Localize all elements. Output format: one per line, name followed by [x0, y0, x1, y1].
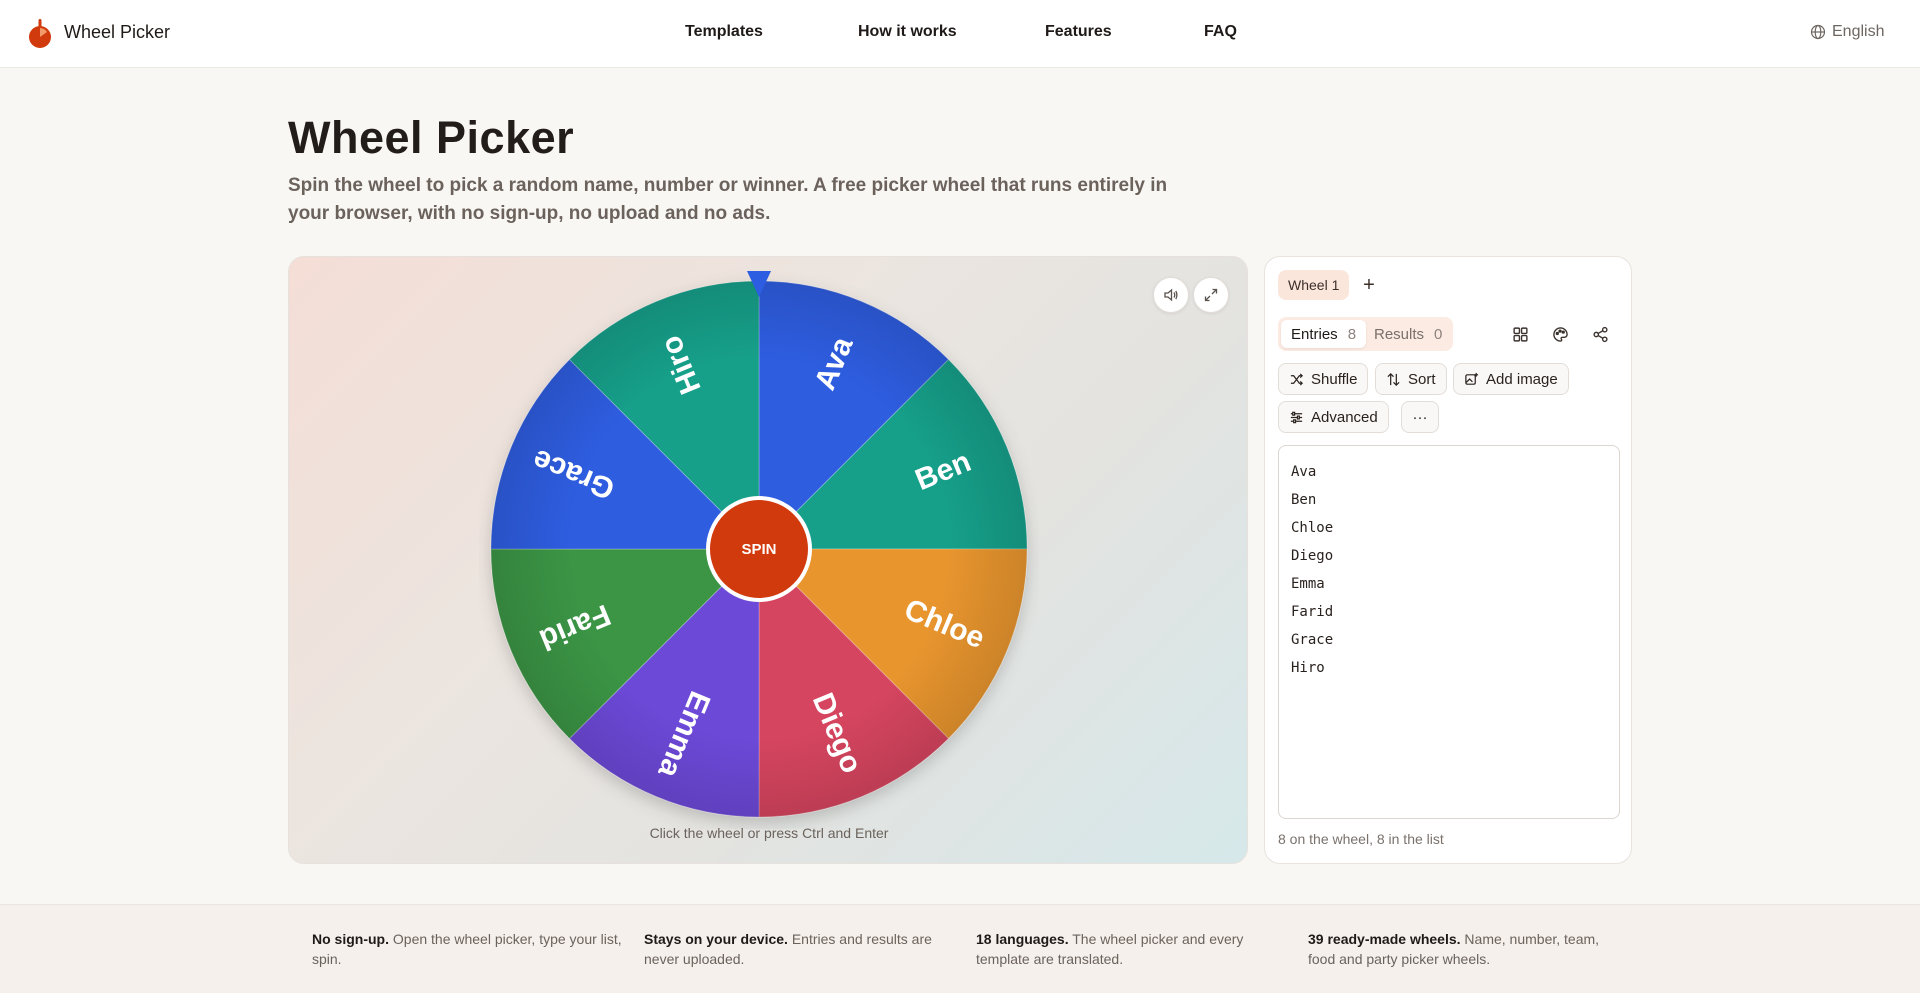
feature-item: 39 ready-made wheels. Name, number, team… [1308, 929, 1628, 969]
nav-faq[interactable]: FAQ [1204, 23, 1237, 41]
globe-icon [1810, 24, 1826, 40]
advanced-button[interactable]: Advanced [1278, 401, 1389, 433]
page-title: Wheel Picker [288, 112, 575, 163]
share-icon [1592, 326, 1608, 342]
entry-line: Hiro [1291, 660, 1325, 676]
feature-title: 39 ready-made wheels. [1308, 931, 1461, 947]
language-label: English [1832, 23, 1885, 40]
top-header: Wheel Picker Templates How it works Feat… [0, 0, 1920, 68]
share-button[interactable] [1586, 320, 1614, 348]
speaker-icon [1164, 288, 1178, 302]
nav-how-it-works[interactable]: How it works [858, 23, 957, 41]
grid-view-button[interactable] [1506, 320, 1534, 348]
entry-line: Emma [1291, 576, 1325, 592]
entry-line: Diego [1291, 548, 1334, 564]
picker-wheel[interactable]: AvaBenChloeDiegoEmmaFaridGraceHiro SPIN [479, 269, 1039, 829]
add-wheel-button[interactable]: + [1355, 271, 1383, 299]
add-image-label: Add image [1486, 370, 1558, 388]
entry-line: Grace [1291, 632, 1334, 648]
image-add-icon [1465, 372, 1479, 385]
logo-icon[interactable] [28, 19, 52, 49]
spin-label: SPIN [741, 541, 776, 558]
theme-button[interactable] [1546, 320, 1574, 348]
wheel-tab-1[interactable]: Wheel 1 [1278, 270, 1350, 300]
nav-features[interactable]: Features [1045, 23, 1112, 41]
tab-results[interactable]: Results 0 [1364, 320, 1452, 348]
spin-hint: Click the wheel or press Ctrl and Enter [649, 825, 889, 841]
advanced-label: Advanced [1311, 408, 1378, 426]
sliders-icon [1290, 411, 1303, 423]
shuffle-icon [1290, 372, 1303, 386]
feature-title: 18 languages. [976, 931, 1069, 947]
grid-icon [1512, 326, 1528, 342]
entry-line: Ben [1291, 492, 1317, 508]
more-icon: ··· [1412, 408, 1428, 426]
entry-line: Ava [1291, 464, 1317, 480]
shuffle-label: Shuffle [1311, 370, 1358, 388]
entry-line: Chloe [1291, 520, 1334, 536]
sort-button[interactable]: Sort [1375, 363, 1447, 395]
feature-item: No sign-up. Open the wheel picker, type … [312, 929, 632, 969]
tab-results-count: 0 [1434, 325, 1443, 343]
language-selector[interactable]: English [1810, 23, 1884, 41]
fullscreen-button[interactable] [1193, 277, 1229, 313]
entries-textarea[interactable]: Ava Ben Chloe Diego Emma Farid Grace Hir… [1278, 445, 1620, 819]
sound-toggle-button[interactable] [1153, 277, 1189, 313]
tab-results-label: Results [1374, 325, 1425, 343]
brand-name[interactable]: Wheel Picker [64, 22, 170, 43]
feature-item: 18 languages. The wheel picker and every… [976, 929, 1296, 969]
shuffle-button[interactable]: Shuffle [1278, 363, 1369, 395]
tab-entries-count: 8 [1347, 325, 1357, 343]
expand-icon [1204, 288, 1218, 302]
entries-panel: Wheel 1 + Entries 8 Results 0 Shuffle So… [1264, 256, 1632, 864]
feature-title: Stays on your device. [644, 931, 788, 947]
entry-count-note: 8 on the wheel, 8 in the list [1278, 831, 1444, 847]
feature-item: Stays on your device. Entries and result… [644, 929, 964, 969]
wheel-stage: Ava Ben Chloe Diego Emma Farid Grace Hiro SPIN … [288, 256, 1248, 864]
entries-results-toggle: Entries 8 Results 0 [1278, 317, 1453, 351]
palette-icon [1552, 326, 1568, 342]
more-options-button[interactable]: ··· [1401, 401, 1439, 433]
tab-entries-label: Entries [1291, 325, 1338, 343]
nav-templates[interactable]: Templates [685, 23, 763, 41]
page-subtitle: Spin the wheel to pick a random name, nu… [288, 175, 1168, 224]
feature-title: No sign-up. [312, 931, 389, 947]
entry-line: Farid [1291, 604, 1334, 620]
feature-strip: No sign-up. Open the wheel picker, type … [0, 904, 1920, 993]
sort-label: Sort [1408, 370, 1436, 388]
sort-icon [1387, 372, 1400, 386]
add-image-button[interactable]: Add image [1453, 363, 1569, 395]
tab-entries[interactable]: Entries 8 [1281, 320, 1367, 348]
